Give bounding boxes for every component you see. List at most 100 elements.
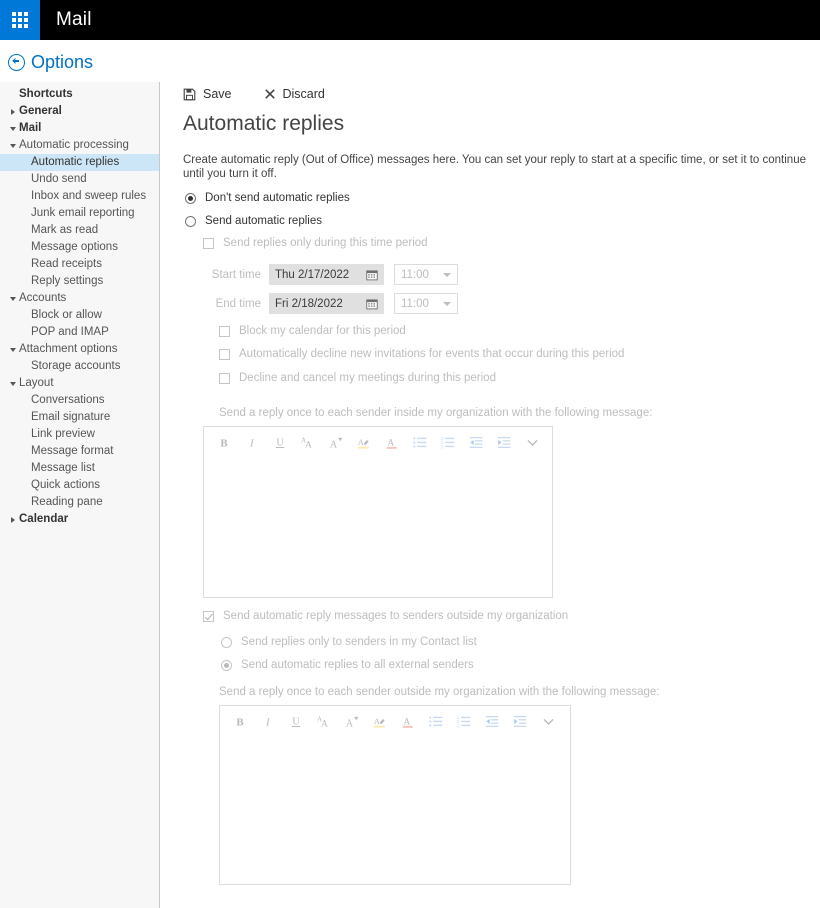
checkbox-block-calendar[interactable]: Block my calendar for this period [219,325,406,337]
chevron-down-icon[interactable] [10,290,19,307]
sidebar-item-label: Junk email reporting [31,207,135,219]
increase-indent-icon[interactable] [510,712,530,732]
italic-icon[interactable]: I [258,712,278,732]
sidebar-item-accounts[interactable]: Accounts [0,290,159,307]
sidebar-item-attachment-options[interactable]: Attachment options [0,341,159,358]
sidebar-item-mail[interactable]: Mail [0,120,159,137]
end-time-dropdown[interactable]: 11:00 [394,293,458,314]
bold-icon[interactable]: B [230,712,250,732]
sidebar-item-automatic-replies[interactable]: Automatic replies [0,154,159,171]
save-label: Save [203,87,232,101]
end-date-value: Fri 2/18/2022 [275,297,343,310]
more-options-icon[interactable] [522,433,542,453]
font-size-grow-icon[interactable]: AA [314,712,334,732]
sidebar-item-storage-accounts[interactable]: Storage accounts [0,358,159,375]
chevron-down-icon[interactable] [10,375,19,392]
more-options-icon[interactable] [538,712,558,732]
sidebar-item-message-format[interactable]: Message format [0,443,159,460]
inside-org-editor: BIUAAAAA123 [203,426,553,598]
sidebar-item-pop-and-imap[interactable]: POP and IMAP [0,324,159,341]
checkbox-label: Block my calendar for this period [239,325,406,337]
save-button[interactable]: Save [183,87,232,101]
radio-dont-send-automatic-replies[interactable]: Don't send automatic replies [185,192,350,204]
sidebar-item-reading-pane[interactable]: Reading pane [0,494,159,511]
highlight-color-icon[interactable]: A [370,712,390,732]
sidebar-item-label: Inbox and sweep rules [31,190,147,202]
decrease-indent-icon[interactable] [482,712,502,732]
command-bar: Save Discard [183,87,325,101]
radio-indicator [221,636,232,648]
radio-indicator [185,215,196,227]
start-time-dropdown[interactable]: 11:00 [394,264,458,285]
sidebar-item-label: General [19,105,62,117]
radio-label: Send automatic replies [205,215,322,227]
bold-icon[interactable]: B [214,433,234,453]
sidebar-item-read-receipts[interactable]: Read receipts [0,256,159,273]
sidebar-item-label: Reply settings [31,275,104,287]
sidebar-item-shortcuts[interactable]: Shortcuts [0,86,159,103]
underline-icon[interactable]: U [270,433,290,453]
discard-button[interactable]: Discard [264,87,325,101]
discard-label: Discard [282,87,325,101]
radio-send-automatic-replies[interactable]: Send automatic replies [185,215,322,227]
start-date-input[interactable]: Thu 2/17/2022 [269,264,384,285]
sidebar-item-block-or-allow[interactable]: Block or allow [0,307,159,324]
sidebar-item-conversations[interactable]: Conversations [0,392,159,409]
sidebar-item-message-options[interactable]: Message options [0,239,159,256]
options-back-link[interactable]: Options [8,52,93,73]
suite-title: Mail [56,9,92,30]
radio-contacts-only[interactable]: Send replies only to senders in my Conta… [221,636,477,648]
checkbox-cancel-meetings[interactable]: Decline and cancel my meetings during th… [219,372,496,384]
inside-org-editor-body[interactable] [204,458,552,597]
italic-icon[interactable]: I [242,433,262,453]
font-size-grow-icon[interactable]: AA [298,433,318,453]
end-date-input[interactable]: Fri 2/18/2022 [269,293,384,314]
no-icon [22,358,31,375]
chevron-down-icon[interactable] [10,120,19,137]
checkbox-send-only-during-time-period[interactable]: Send replies only during this time perio… [203,237,428,249]
checkbox-decline-invitations[interactable]: Automatically decline new invitations fo… [219,348,624,360]
chevron-down-icon[interactable] [10,137,19,154]
sidebar-item-label: Conversations [31,394,105,406]
numbered-list-icon[interactable]: 123 [454,712,474,732]
no-icon [22,392,31,409]
sidebar-item-general[interactable]: General [0,103,159,120]
chevron-down-icon[interactable] [10,341,19,358]
no-icon [22,494,31,511]
sidebar-item-inbox-and-sweep-rules[interactable]: Inbox and sweep rules [0,188,159,205]
sidebar-item-email-signature[interactable]: Email signature [0,409,159,426]
sidebar-item-undo-send[interactable]: Undo send [0,171,159,188]
bulleted-list-icon[interactable] [410,433,430,453]
sidebar-item-junk-email-reporting[interactable]: Junk email reporting [0,205,159,222]
sidebar-item-label: Accounts [19,292,67,304]
sidebar-item-quick-actions[interactable]: Quick actions [0,477,159,494]
no-icon [22,426,31,443]
chevron-right-icon[interactable] [10,511,19,528]
bulleted-list-icon[interactable] [426,712,446,732]
sidebar-item-calendar[interactable]: Calendar [0,511,159,528]
increase-indent-icon[interactable] [494,433,514,453]
highlight-color-icon[interactable]: A [354,433,374,453]
sidebar-item-layout[interactable]: Layout [0,375,159,392]
font-size-shrink-icon[interactable]: A [326,433,346,453]
sidebar-item-automatic-processing[interactable]: Automatic processing [0,137,159,154]
start-date-value: Thu 2/17/2022 [275,268,350,281]
decrease-indent-icon[interactable] [466,433,486,453]
radio-indicator [221,659,232,671]
sidebar-item-link-preview[interactable]: Link preview [0,426,159,443]
app-launcher-button[interactable] [0,0,40,40]
numbered-list-icon[interactable]: 123 [438,433,458,453]
font-color-icon[interactable]: A [398,712,418,732]
underline-icon[interactable]: U [286,712,306,732]
radio-all-external-senders[interactable]: Send automatic replies to all external s… [221,659,474,671]
outside-org-editor-body[interactable] [220,737,570,884]
sidebar-item-message-list[interactable]: Message list [0,460,159,477]
font-size-shrink-icon[interactable]: A [342,712,362,732]
sidebar-item-mark-as-read[interactable]: Mark as read [0,222,159,239]
font-color-icon[interactable]: A [382,433,402,453]
checkbox-send-to-external-senders[interactable]: Send automatic reply messages to senders… [203,610,568,622]
sidebar-item-reply-settings[interactable]: Reply settings [0,273,159,290]
chevron-right-icon[interactable] [10,103,19,120]
svg-text:3: 3 [457,723,460,728]
no-icon [22,460,31,477]
